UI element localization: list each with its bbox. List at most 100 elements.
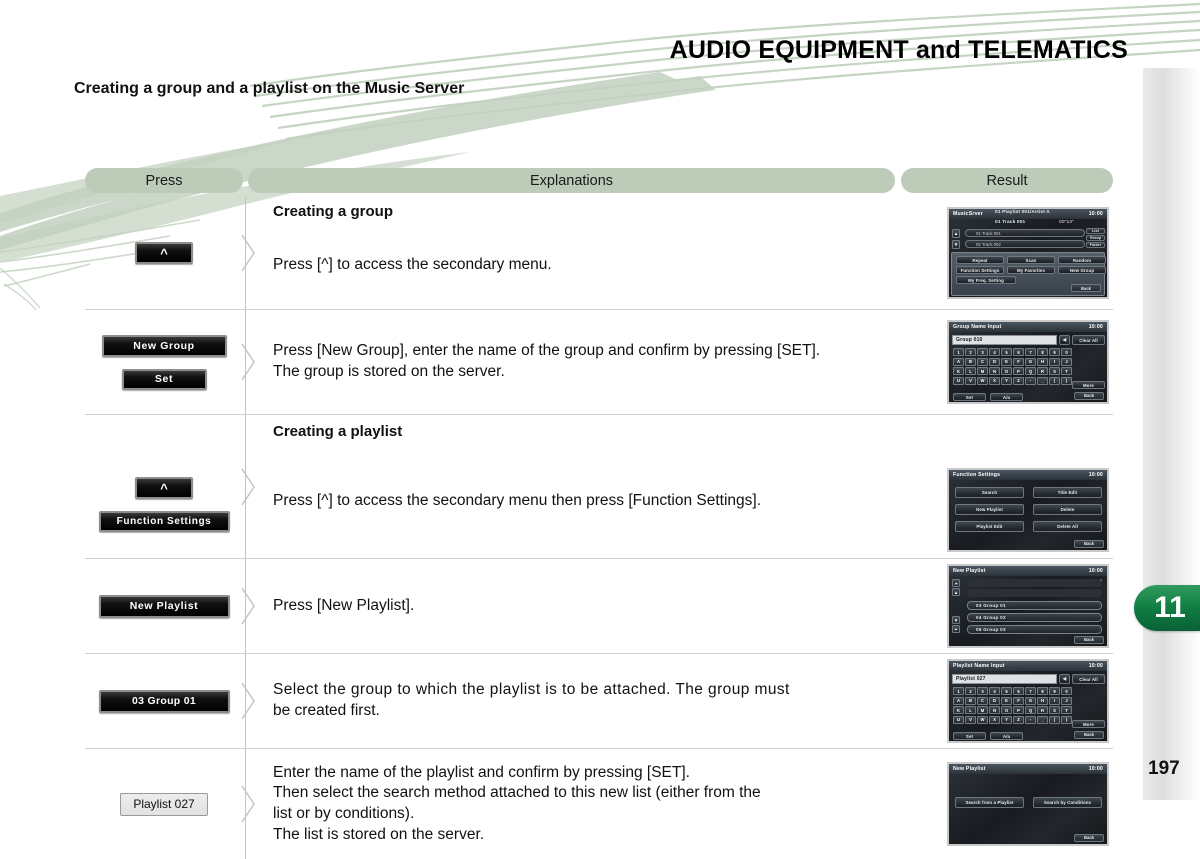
- screen-key-([interactable]: (: [1049, 715, 1060, 724]
- screen-key-1[interactable]: 1: [953, 687, 964, 695]
- screen-key-p[interactable]: P: [1013, 367, 1024, 375]
- screen-clear-all-button[interactable]: Clear All: [1072, 335, 1105, 345]
- screen-key-u[interactable]: U: [953, 715, 964, 724]
- screen-back-button[interactable]: Back: [1071, 284, 1101, 292]
- screen-button-search[interactable]: Search: [955, 487, 1024, 498]
- screen-side-button-list[interactable]: List: [1086, 228, 1105, 234]
- screen-key-3[interactable]: 3: [977, 687, 988, 695]
- screen-key-j[interactable]: J: [1061, 357, 1072, 366]
- screen-key-x[interactable]: X: [989, 376, 1000, 385]
- screen-button-playlist-edit[interactable]: Playlist Edit: [955, 521, 1024, 532]
- screen-key-z[interactable]: Z: [1013, 376, 1024, 385]
- screen-side-button-group[interactable]: Group: [1086, 235, 1105, 241]
- screen-key-i[interactable]: I: [1049, 357, 1060, 366]
- screen-key-h[interactable]: H: [1037, 357, 1048, 366]
- screen-key-0[interactable]: 0: [1061, 348, 1072, 356]
- screen-key-y[interactable]: Y: [1001, 376, 1012, 385]
- screen-key-l[interactable]: L: [965, 706, 976, 714]
- screen-key-)[interactable]: ): [1061, 376, 1072, 385]
- screen-key-9[interactable]: 9: [1049, 348, 1060, 356]
- screen-key-f[interactable]: F: [1013, 696, 1024, 705]
- screen-key-e[interactable]: E: [1001, 696, 1012, 705]
- screen-backspace-icon[interactable]: ◀: [1059, 335, 1070, 345]
- screen-key-2[interactable]: 2: [965, 348, 976, 356]
- screen-button-search-from-playlist[interactable]: Search from a Playlist: [955, 797, 1024, 808]
- screen-key-q[interactable]: Q: [1025, 367, 1036, 375]
- screen-key-d[interactable]: D: [989, 696, 1000, 705]
- screen-case-button[interactable]: A/a: [990, 732, 1023, 740]
- screen-key-8[interactable]: 8: [1037, 687, 1048, 695]
- screen-button-title-edit[interactable]: Title Edit: [1033, 487, 1102, 498]
- screen-key-2[interactable]: 2: [965, 687, 976, 695]
- screen-key-_[interactable]: _: [1037, 376, 1048, 385]
- screen-key-o[interactable]: O: [1001, 706, 1012, 714]
- screen-key--[interactable]: -: [1025, 715, 1036, 724]
- screen-back-button[interactable]: Back: [1074, 539, 1104, 548]
- screen-key-c[interactable]: C: [977, 696, 988, 705]
- screen-scroll-up-icon[interactable]: ▲: [952, 588, 960, 596]
- screen-key-1[interactable]: 1: [953, 348, 964, 356]
- screen-back-button[interactable]: Back: [1074, 833, 1104, 842]
- screen-key-5[interactable]: 5: [1001, 687, 1012, 695]
- screen-back-button[interactable]: Back: [1074, 391, 1104, 400]
- screen-key-r[interactable]: R: [1037, 706, 1048, 714]
- key-up-arrow[interactable]: ^: [135, 242, 193, 264]
- screen-back-button[interactable]: Back: [1074, 730, 1104, 739]
- screen-button-random[interactable]: Random: [1058, 256, 1106, 264]
- screen-key-9[interactable]: 9: [1049, 687, 1060, 695]
- screen-key-l[interactable]: L: [965, 367, 976, 375]
- screen-case-button[interactable]: A/a: [990, 393, 1023, 401]
- screen-key-h[interactable]: H: [1037, 696, 1048, 705]
- screen-key-v[interactable]: V: [965, 376, 976, 385]
- screen-key-8[interactable]: 8: [1037, 348, 1048, 356]
- screen-button-delete-all[interactable]: Delete All: [1033, 521, 1102, 532]
- key-group-01[interactable]: 03 Group 01: [98, 689, 230, 713]
- screen-key-p[interactable]: P: [1013, 706, 1024, 714]
- screen-key-b[interactable]: B: [965, 357, 976, 366]
- screen-key-s[interactable]: S: [1049, 706, 1060, 714]
- key-up-arrow[interactable]: ^: [135, 477, 193, 499]
- screen-button-function-settings[interactable]: Function Settings: [956, 266, 1004, 274]
- screen-key-r[interactable]: R: [1037, 367, 1048, 375]
- screen-key-g[interactable]: G: [1025, 696, 1036, 705]
- screen-key-d[interactable]: D: [989, 357, 1000, 366]
- screen-key-k[interactable]: K: [953, 367, 964, 375]
- screen-key-0[interactable]: 0: [1061, 687, 1072, 695]
- screen-page-up-icon[interactable]: ⏶: [952, 579, 960, 587]
- screen-list-item[interactable]: 05 Group 03: [967, 625, 1102, 634]
- screen-key-u[interactable]: U: [953, 376, 964, 385]
- screen-more-button[interactable]: More: [1072, 381, 1105, 389]
- screen-list-item[interactable]: 04 Group 02: [967, 613, 1102, 622]
- screen-key-6[interactable]: 6: [1013, 687, 1024, 695]
- screen-key-a[interactable]: A: [953, 696, 964, 705]
- screen-key-n[interactable]: N: [989, 367, 1000, 375]
- screen-back-button[interactable]: Back: [1074, 635, 1104, 644]
- screen-button-delete[interactable]: Delete: [1033, 504, 1102, 515]
- screen-list-item[interactable]: 03 Group 01: [967, 601, 1102, 610]
- screen-clear-all-button[interactable]: Clear All: [1072, 674, 1105, 684]
- screen-scroll-down-icon[interactable]: ▼: [952, 616, 960, 624]
- key-playlist-027[interactable]: Playlist 027: [120, 792, 208, 816]
- key-function-settings[interactable]: Function Settings: [98, 511, 230, 532]
- screen-key-c[interactable]: C: [977, 357, 988, 366]
- key-set[interactable]: Set: [121, 368, 207, 390]
- screen-key-_[interactable]: _: [1037, 715, 1048, 724]
- screen-key-3[interactable]: 3: [977, 348, 988, 356]
- screen-page-down-icon[interactable]: ⏷: [952, 625, 960, 633]
- chapter-tab[interactable]: 11: [1134, 585, 1200, 631]
- screen-key-k[interactable]: K: [953, 706, 964, 714]
- screen-key-7[interactable]: 7: [1025, 348, 1036, 356]
- screen-button-new-playlist[interactable]: New Playlist: [955, 504, 1024, 515]
- screen-key-)[interactable]: ): [1061, 715, 1072, 724]
- screen-side-button-folder[interactable]: Folder: [1086, 242, 1105, 248]
- key-new-group[interactable]: New Group: [101, 334, 227, 357]
- screen-key-f[interactable]: F: [1013, 357, 1024, 366]
- screen-key-m[interactable]: M: [977, 367, 988, 375]
- screen-key-j[interactable]: J: [1061, 696, 1072, 705]
- screen-button-new-group[interactable]: New Group: [1058, 266, 1106, 274]
- screen-key-w[interactable]: W: [977, 376, 988, 385]
- screen-key-t[interactable]: T: [1061, 367, 1072, 375]
- screen-button-search-by-conditions[interactable]: Search by Conditions: [1033, 797, 1102, 808]
- screen-key-4[interactable]: 4: [989, 348, 1000, 356]
- screen-key-([interactable]: (: [1049, 376, 1060, 385]
